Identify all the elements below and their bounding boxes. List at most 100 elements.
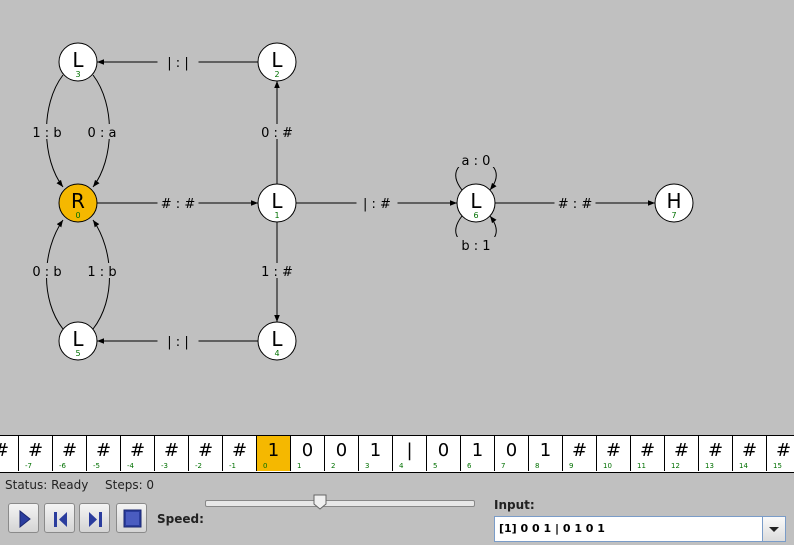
tape-cell[interactable]: #-8 [0,436,19,471]
state-direction-label: L [72,48,84,72]
tape-index: 11 [637,462,646,470]
state-direction-label: L [271,48,283,72]
tape-symbol: # [0,440,18,461]
input-combobox[interactable]: [1] 0 0 1 | 0 1 0 1 [494,516,786,542]
state-diagram-canvas: # : # 0 : # 1 : # | : | | : | 1 : b 0 : a 0 : b… [26,42,694,361]
tape-index: 5 [433,462,438,470]
state-direction-label: R [71,189,85,213]
state-number: 6 [473,211,478,220]
tape-cell[interactable]: #14 [733,436,767,471]
state-direction-label: L [470,189,482,213]
state-number: 3 [75,70,80,79]
tape-cell[interactable]: 01 [291,436,325,471]
state-number: 4 [274,349,279,358]
tape-cell[interactable]: 07 [495,436,529,471]
transition-label: 1 : b [87,265,116,280]
tape-symbol: # [741,440,758,461]
tape-symbol: # [707,440,724,461]
tape-cell[interactable]: | 4 [393,436,427,471]
tape-index: 10 [603,462,612,470]
tape-cell[interactable]: # -2 [189,436,223,471]
tape-cell[interactable]: #10 [597,436,631,471]
transition-label: 0 : b [32,265,61,280]
tape-index: 6 [467,462,472,470]
tape-symbol: 1 [369,440,382,461]
tape-cell[interactable]: 02 [325,436,359,471]
transition-label: a : 0 [462,154,491,169]
speed-slider-track[interactable] [205,500,475,507]
status-text: Status: Ready [5,478,89,492]
state-number: 0 [75,211,80,220]
tape-cell[interactable]: # -5 [87,436,121,471]
tape-index: 13 [705,462,714,470]
tape-cell[interactable]: 18 [529,436,563,471]
tape-index: -3 [161,462,168,470]
stop-button[interactable] [116,503,147,533]
state-7[interactable]: H7 [654,183,694,223]
state-3[interactable]: L3 [58,42,98,82]
tape-symbol: 1 [267,440,280,461]
tape-cell[interactable]: #12 [665,436,699,471]
transition-label: | : | [167,335,188,350]
state-4[interactable]: L4 [257,321,297,361]
input-label: Input: [494,498,535,512]
steps-counter: Steps: 0 [105,478,155,492]
tape-symbol: 0 [437,440,450,461]
tape-cell[interactable]: #9 [563,436,597,471]
tape-cell[interactable]: # -7 [19,436,53,471]
state-0[interactable]: R0 [58,183,98,223]
tape-symbol: # [775,440,792,461]
state-number: 7 [671,211,676,220]
transition-label: b : 1 [461,239,490,254]
input-dropdown-button[interactable] [762,517,785,541]
tape-cell[interactable]: #13 [699,436,733,471]
tape-symbol: 0 [301,440,314,461]
tape-index: 7 [501,462,506,470]
speed-label: Speed: [157,512,204,526]
tape-index: 15 [773,462,782,470]
tape-cell[interactable]: #15 [767,436,794,471]
transition-label: 0 : # [261,126,293,141]
tape-cell[interactable]: # -3 [155,436,189,471]
tape-symbol: # [129,440,146,461]
tape-symbol: # [163,440,180,461]
tape-symbol: # [61,440,78,461]
state-direction-label: L [271,327,283,351]
tape-cell[interactable]: # -4 [121,436,155,471]
state-number: 2 [274,70,279,79]
tape-symbol: # [231,440,248,461]
tape-cell[interactable]: 16 [461,436,495,471]
tape-symbol: # [27,440,44,461]
tape-symbol: # [571,440,588,461]
state-number: 1 [274,211,279,220]
tape-cell[interactable]: # -6 [53,436,87,471]
run-button[interactable] [8,503,39,533]
tape-index: -5 [93,462,100,470]
tape-cell[interactable]: 13 [359,436,393,471]
tape-cell-head[interactable]: 10 [257,436,291,471]
step-forward-button[interactable] [79,503,110,533]
tape-cell[interactable]: # -1 [223,436,257,471]
state-1[interactable]: L1 [257,183,297,223]
state-2[interactable]: L2 [257,42,297,82]
tape-symbol: # [605,440,622,461]
tape-index: -6 [59,462,66,470]
tape-index: 0 [263,462,268,470]
tape-symbol: | [406,440,413,461]
tape-cell[interactable]: 05 [427,436,461,471]
transition-label: 1 : b [32,126,61,141]
state-6[interactable]: L6 [456,183,496,223]
state-direction-label: L [271,189,283,213]
speed-slider-thumb[interactable] [313,494,327,510]
step-back-button[interactable] [44,503,75,533]
transition-label: # : # [161,197,195,212]
transition-label: 1 : # [261,265,293,280]
tape-index: -4 [127,462,134,470]
state-5[interactable]: L5 [58,321,98,361]
tape-index: 9 [569,462,574,470]
input-value[interactable]: [1] 0 0 1 | 0 1 0 1 [499,522,605,535]
tape-index: 1 [297,462,302,470]
tape-cell[interactable]: #11 [631,436,665,471]
tape-symbol: 0 [505,440,518,461]
transition-label: | : # [363,197,391,212]
